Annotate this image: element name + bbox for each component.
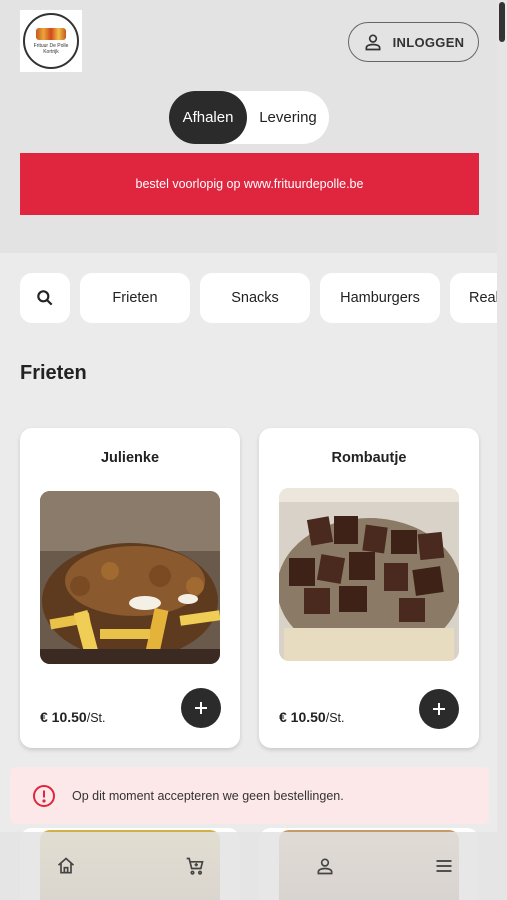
- category-chip-snacks[interactable]: Snacks: [200, 273, 310, 323]
- category-chip-frieten[interactable]: Frieten: [80, 273, 190, 323]
- order-mode-toggle: Afhalen Levering: [169, 91, 329, 144]
- scrollbar-track[interactable]: [497, 0, 507, 900]
- logo[interactable]: Frituur De Polle Kortrijk: [20, 10, 82, 72]
- search-button[interactable]: [20, 273, 70, 323]
- mode-option-delivery[interactable]: Levering: [247, 91, 329, 144]
- menu-icon: [436, 860, 452, 872]
- user-icon: [365, 34, 381, 51]
- category-chip-hamburgers[interactable]: Hamburgers: [320, 273, 440, 323]
- product-image: [279, 488, 459, 661]
- header: Frituur De Polle Kortrijk INLOGGEN Afhal…: [0, 0, 507, 253]
- add-to-cart-button[interactable]: [419, 689, 459, 729]
- bottom-nav: [0, 832, 507, 900]
- product-name: Rombautje: [331, 450, 407, 466]
- section-title: Frieten: [20, 362, 87, 384]
- mode-option-pickup[interactable]: Afhalen: [169, 91, 247, 144]
- error-circle-icon: [33, 784, 55, 807]
- logo-image: Frituur De Polle Kortrijk: [23, 13, 79, 69]
- nav-account[interactable]: [315, 856, 335, 876]
- cart-icon: [186, 857, 204, 875]
- product-name: Julienke: [100, 450, 160, 466]
- price-unit: /St.: [325, 711, 345, 725]
- product-price: € 10.50/St.: [279, 709, 344, 725]
- product-image: [40, 491, 220, 664]
- login-label: INLOGGEN: [392, 34, 465, 50]
- login-button[interactable]: INLOGGEN: [348, 22, 479, 62]
- product-card[interactable]: Rombautje € 10.50/St.: [259, 428, 479, 748]
- notice-banner: bestel voorlopig op www.frituurdepolle.b…: [20, 153, 479, 215]
- user-icon: [317, 858, 333, 875]
- price-value: € 10.50: [279, 709, 326, 725]
- nav-menu[interactable]: [434, 856, 454, 876]
- add-to-cart-button[interactable]: [181, 688, 221, 728]
- ordering-closed-alert: Op dit moment accepteren we geen bestell…: [10, 767, 489, 824]
- nav-home[interactable]: [56, 856, 76, 876]
- fries-logo-graphic: [36, 27, 66, 40]
- price-unit: /St.: [86, 711, 106, 725]
- price-value: € 10.50: [40, 709, 87, 725]
- scrollbar-thumb[interactable]: [499, 2, 505, 42]
- plus-icon: [433, 703, 445, 715]
- product-card[interactable]: Julienke € 10.50/St.: [20, 428, 240, 748]
- search-icon: [37, 290, 53, 306]
- category-bar: Frieten Snacks Hamburgers Real: [20, 273, 507, 323]
- nav-cart[interactable]: [185, 856, 205, 876]
- plus-icon: [195, 702, 207, 714]
- product-price: € 10.50/St.: [40, 709, 105, 725]
- home-icon: [57, 857, 75, 874]
- alert-text: Op dit moment accepteren we geen bestell…: [72, 788, 344, 803]
- logo-subtext: Kortrijk: [43, 48, 59, 55]
